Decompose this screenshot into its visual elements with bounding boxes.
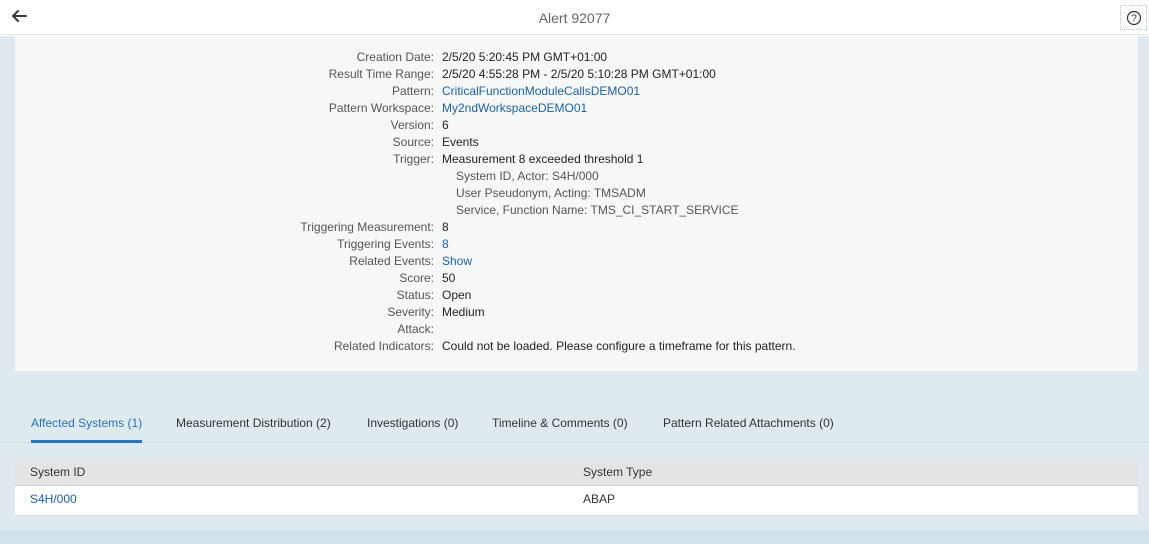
detail-value: 50 [442, 271, 456, 285]
alert-details-panel: Creation Date: 2/5/20 5:20:45 PM GMT+01:… [15, 36, 1138, 371]
help-circle-icon: ? [1126, 10, 1141, 25]
tab-measurement-distribution[interactable]: Measurement Distribution (2) [176, 416, 331, 443]
column-header-system-type[interactable]: System Type [583, 465, 652, 479]
detail-trigger: Trigger: Measurement 8 exceeded threshol… [15, 151, 1138, 168]
tab-pattern-related-attachments[interactable]: Pattern Related Attachments (0) [663, 416, 834, 443]
detail-label: Score: [399, 271, 434, 285]
detail-value: Measurement 8 exceeded threshold 1 [442, 152, 644, 166]
pattern-link[interactable]: CriticalFunctionModuleCallsDEMO01 [442, 83, 640, 100]
detail-triggering-events: Triggering Events: 8 [15, 236, 1138, 253]
affected-systems-table: System ID System Type S4H/000 ABAP [15, 458, 1138, 516]
detail-label: Attack: [397, 322, 434, 336]
detail-label: Source: [392, 135, 434, 149]
pattern-workspace-link[interactable]: My2ndWorkspaceDEMO01 [442, 100, 587, 117]
detail-score: Score: 50 [15, 270, 1138, 287]
detail-label: Related Indicators: [333, 339, 434, 353]
system-type-cell: ABAP [583, 492, 616, 506]
help-button[interactable]: ? [1120, 5, 1147, 30]
detail-value: 8 [442, 220, 449, 234]
detail-attack: Attack: [15, 321, 1138, 338]
table-row: S4H/000 ABAP [15, 486, 1138, 516]
page-header: Alert 92077 ? [0, 0, 1149, 35]
triggering-events-link[interactable]: 8 [442, 236, 449, 253]
detail-related-indicators: Related Indicators: Could not be loaded.… [15, 338, 1138, 355]
detail-label: Pattern Workspace: [328, 101, 434, 115]
detail-value: Open [442, 288, 472, 302]
detail-label: Status: [396, 288, 434, 302]
show-related-events-link[interactable]: Show [442, 253, 472, 270]
detail-label: Triggering Events: [337, 237, 434, 251]
detail-label: Related Events: [349, 254, 434, 268]
tab-investigations[interactable]: Investigations (0) [367, 416, 458, 443]
detail-value: Medium [442, 305, 485, 319]
detail-label: Triggering Measurement: [300, 220, 434, 234]
detail-value: 2/5/20 4:55:28 PM - 2/5/20 5:10:28 PM GM… [442, 67, 716, 81]
footer-band [0, 530, 1149, 544]
detail-pattern-workspace: Pattern Workspace: My2ndWorkspaceDEMO01 [15, 100, 1138, 117]
detail-value: 2/5/20 5:20:45 PM GMT+01:00 [442, 50, 608, 64]
detail-triggering-measurement: Triggering Measurement: 8 [15, 219, 1138, 236]
tab-affected-systems[interactable]: Affected Systems (1) [31, 416, 143, 443]
trigger-detail-text: System ID, Actor: S4H/000 [456, 169, 599, 183]
detail-label: Pattern: [391, 84, 434, 98]
detail-label: Creation Date: [356, 50, 434, 64]
trigger-detail-line: User Pseudonym, Acting: TMSADM [15, 185, 1138, 202]
svg-text:?: ? [1131, 13, 1137, 24]
detail-related-events: Related Events: Show [15, 253, 1138, 270]
detail-value: Could not be loaded. Please configure a … [442, 339, 796, 353]
trigger-detail-text: Service, Function Name: TMS_CI_START_SER… [456, 203, 739, 217]
detail-value: Events [442, 135, 479, 149]
detail-result-time-range: Result Time Range: 2/5/20 4:55:28 PM - 2… [15, 66, 1138, 83]
detail-label: Severity: [387, 305, 434, 319]
trigger-detail-text: User Pseudonym, Acting: TMSADM [456, 186, 646, 200]
detail-pattern: Pattern: CriticalFunctionModuleCallsDEMO… [15, 83, 1138, 100]
trigger-detail-line: System ID, Actor: S4H/000 [15, 168, 1138, 185]
detail-creation-date: Creation Date: 2/5/20 5:20:45 PM GMT+01:… [15, 49, 1138, 66]
trigger-detail-line: Service, Function Name: TMS_CI_START_SER… [15, 202, 1138, 219]
detail-label: Version: [390, 118, 434, 132]
detail-status: Status: Open [15, 287, 1138, 304]
page-title: Alert 92077 [538, 10, 611, 26]
detail-version: Version: 6 [15, 117, 1138, 134]
column-header-system-id[interactable]: System ID [30, 465, 85, 479]
system-id-link[interactable]: S4H/000 [30, 492, 77, 506]
detail-label: Result Time Range: [328, 67, 434, 81]
detail-value: 6 [442, 118, 449, 132]
detail-label: Trigger: [393, 152, 434, 166]
detail-severity: Severity: Medium [15, 304, 1138, 321]
table-header: System ID System Type [15, 458, 1138, 486]
tab-bar: Affected Systems (1) Measurement Distrib… [0, 408, 1149, 443]
detail-source: Source: Events [15, 134, 1138, 151]
tab-timeline-comments[interactable]: Timeline & Comments (0) [492, 416, 628, 443]
